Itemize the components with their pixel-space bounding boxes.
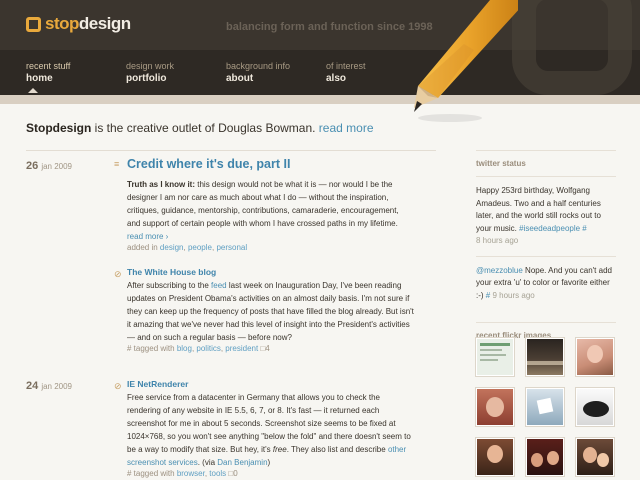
meta-prefix: # tagged with xyxy=(127,344,177,353)
tag-link[interactable]: president xyxy=(225,344,258,353)
flickr-thumbnail[interactable] xyxy=(576,438,614,476)
nav-main-label: home xyxy=(26,73,53,84)
tweet-hashtag-link[interactable]: #iseedeadpeople xyxy=(519,224,580,233)
logo-prefix: stop xyxy=(45,14,79,33)
tag-link[interactable]: personal xyxy=(216,243,247,252)
comment-count[interactable]: 4 xyxy=(265,344,269,353)
sidebar-divider xyxy=(476,255,616,257)
tweet-time: 8 hours ago xyxy=(476,236,519,245)
post-meta: # tagged with browser, tools □0 xyxy=(127,469,238,478)
flickr-thumbnail[interactable] xyxy=(476,338,514,376)
tag-link[interactable]: people xyxy=(188,243,212,252)
post-body: Free service from a datacenter in German… xyxy=(127,391,414,469)
nav-item-about[interactable]: background info about xyxy=(226,61,326,84)
date-month-year: jan 2009 xyxy=(41,382,73,391)
post-credit-where-due: ≡ Credit where it's due, part II Truth a… xyxy=(114,157,414,252)
intro-description: is the creative outlet of Douglas Bowman… xyxy=(91,121,319,135)
post-title-link[interactable]: The White House blog xyxy=(127,267,414,277)
tweet: @mezzoblue Nope. And you can't add your … xyxy=(476,265,616,303)
post-ie-netrenderer: ⊘ IE NetRenderer Free service from a dat… xyxy=(114,379,414,478)
nav-active-pointer xyxy=(28,88,38,93)
date-month-year: jan 2009 xyxy=(41,162,73,171)
flickr-thumbnail[interactable] xyxy=(526,438,564,476)
post-text: . (via xyxy=(197,458,218,467)
pencil-illustration xyxy=(414,0,518,122)
header-sub-band xyxy=(0,95,640,104)
site-logo[interactable]: stopdesign xyxy=(26,14,131,34)
dan-benjamin-link[interactable]: Dan Benjamin xyxy=(217,458,267,467)
post-body: Truth as I know it: this design would no… xyxy=(127,178,414,243)
intro-text: Stopdesign is the creative outlet of Dou… xyxy=(26,121,374,135)
sidebar-divider xyxy=(476,150,616,151)
flickr-thumbnail[interactable] xyxy=(526,338,564,376)
post-meta: added in design, people, personal xyxy=(127,243,248,252)
header-background-mark xyxy=(512,0,632,95)
tag-link[interactable]: politics xyxy=(196,344,220,353)
comment-count[interactable]: 0 xyxy=(233,469,237,478)
flickr-thumbnail[interactable] xyxy=(476,438,514,476)
link-icon: ⊘ xyxy=(114,269,122,279)
feed-link[interactable]: feed xyxy=(211,281,227,290)
tag-link[interactable]: design xyxy=(160,243,184,252)
nav-sub-label: design work xyxy=(126,61,175,71)
post-meta: # tagged with blog, politics, president … xyxy=(127,344,270,353)
sidebar-divider xyxy=(476,322,616,323)
tweet-time: 9 hours ago xyxy=(490,290,535,300)
tag-link[interactable]: blog xyxy=(177,344,192,353)
intro-read-more-link[interactable]: read more xyxy=(319,121,374,135)
sidebar-divider xyxy=(476,176,616,177)
twitter-heading: twitter status xyxy=(476,159,526,168)
sidebar: twitter status Happy 253rd birthday, Wol… xyxy=(476,150,616,340)
read-more-link[interactable]: read more › xyxy=(127,232,168,241)
flickr-thumbnail[interactable] xyxy=(476,388,514,426)
logo-icon xyxy=(26,16,41,32)
post-text: ) xyxy=(267,458,271,467)
site-header: stopdesign balancing form and function s… xyxy=(0,0,640,95)
date-day: 24 xyxy=(26,380,39,392)
article-icon: ≡ xyxy=(114,159,120,169)
post-text: After subscribing to the xyxy=(127,281,212,290)
tweet-permalink[interactable]: # xyxy=(580,224,586,233)
tweet: Happy 253rd birthday, Wolfgang Amadeus. … xyxy=(476,185,616,248)
link-icon: ⊘ xyxy=(114,381,122,391)
post-white-house-blog: ⊘ The White House blog After subscribing… xyxy=(114,267,414,353)
post-date: 26 jan 2009 xyxy=(26,160,72,172)
flickr-thumbnail[interactable] xyxy=(576,338,614,376)
nav-item-portfolio[interactable]: design work portfolio xyxy=(126,61,226,84)
content-divider xyxy=(26,150,436,151)
flickr-thumbnail[interactable] xyxy=(576,388,614,426)
main-nav: recent stuff home design work portfolio … xyxy=(26,61,426,84)
tag-link[interactable]: browser xyxy=(177,469,205,478)
date-day: 26 xyxy=(26,160,39,172)
tweet-user-link[interactable]: @mezzoblue xyxy=(476,266,523,275)
nav-main-label: about xyxy=(226,73,254,84)
meta-prefix: # tagged with xyxy=(127,469,177,478)
post-body: After subscribing to the feed last week … xyxy=(127,279,414,344)
post-text: . They also list and describe xyxy=(286,445,388,454)
flickr-gallery xyxy=(476,338,614,476)
post-date: 24 jan 2009 xyxy=(26,380,72,392)
post-title-link[interactable]: Credit where it's due, part II xyxy=(127,157,414,171)
nav-sub-label: background info xyxy=(226,61,291,71)
intro-brand: Stopdesign xyxy=(26,121,92,135)
post-emphasis: free xyxy=(272,445,287,454)
meta-prefix: added in xyxy=(127,243,160,252)
nav-item-home[interactable]: recent stuff home xyxy=(26,61,126,84)
nav-sub-label: recent stuff xyxy=(26,61,71,71)
nav-main-label: portfolio xyxy=(126,73,167,84)
flickr-thumbnail[interactable] xyxy=(526,388,564,426)
post-text: last week on Inauguration Day, I've been… xyxy=(127,281,414,342)
tag-link[interactable]: tools xyxy=(209,469,226,478)
post-title-link[interactable]: IE NetRenderer xyxy=(127,379,414,389)
logo-suffix: design xyxy=(78,14,131,33)
logo-text: stopdesign xyxy=(45,14,131,34)
post-lead: Truth as I know it: xyxy=(127,180,196,189)
